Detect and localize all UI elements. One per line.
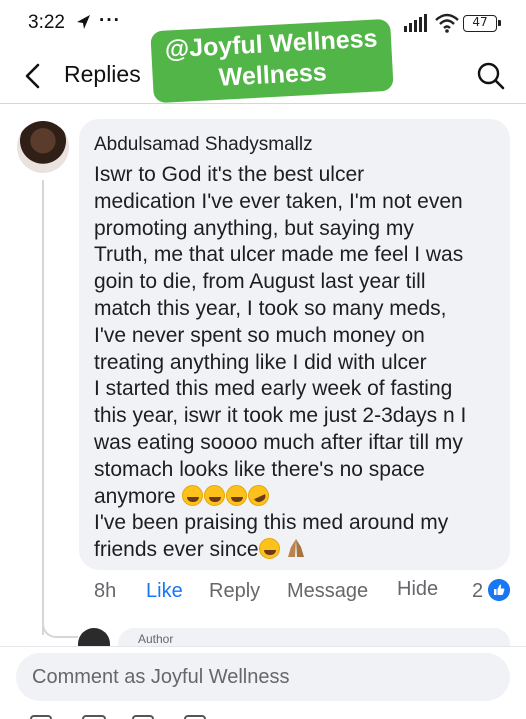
comment-text-line: I started this med early week of fasting xyxy=(94,377,453,401)
back-arrow-icon[interactable] xyxy=(16,58,52,94)
gif-icon[interactable] xyxy=(82,715,106,719)
sticker-icon[interactable] xyxy=(184,715,206,719)
status-time: 3:22 xyxy=(28,12,65,33)
comment-text-line: treating anything like I did with ulcer xyxy=(94,350,427,374)
comment-author[interactable]: Abdulsamad Shadysmallz xyxy=(94,134,494,156)
thread-line xyxy=(42,180,44,635)
comment-text-line: this year, iswr it took me just 2-3days … xyxy=(94,404,467,428)
comment-text-line: Iswr to God it's the best ulcer xyxy=(94,163,365,186)
rolling-laughing-emoji-icon xyxy=(244,481,273,510)
comment-text-line-with-emoji: friends ever since xyxy=(94,537,494,564)
comment-text-line: Truth, me that ulcer made me feel I was xyxy=(94,243,464,267)
navigation-arrow-icon xyxy=(77,15,90,29)
camera-icon[interactable] xyxy=(30,715,52,719)
comment-bubble[interactable]: Abdulsamad Shadysmallz Iswr to God it's … xyxy=(79,119,510,570)
comment-text-line: goin to die, from August last year till xyxy=(94,270,426,294)
folded-hands-emoji-icon xyxy=(288,539,305,558)
battery-icon: 47 xyxy=(463,15,501,32)
comment-input[interactable] xyxy=(16,653,510,701)
tears-of-joy-emoji-icon xyxy=(225,484,247,506)
comment-text-line: stomach looks like there's no space xyxy=(94,457,425,481)
comment-text-line: I've been praising this med around my xyxy=(94,511,449,535)
reaction-count[interactable]: 2 xyxy=(472,580,483,603)
page-title: Replies xyxy=(64,61,141,87)
comment-text: anymore xyxy=(94,484,176,508)
like-button[interactable]: Like xyxy=(146,580,183,603)
message-button[interactable]: Message xyxy=(287,580,368,603)
comment-timestamp: 8h xyxy=(94,580,117,602)
wifi-icon xyxy=(435,13,459,33)
status-more-dots: ··· xyxy=(99,10,121,31)
emoji-icon[interactable] xyxy=(132,715,154,719)
tears-of-joy-emoji-icon xyxy=(203,484,225,506)
comment-text-line: I've never spent so much money on xyxy=(94,323,425,347)
reply-button[interactable]: Reply xyxy=(209,580,260,603)
grinning-sweat-emoji-icon xyxy=(258,538,280,560)
thumbs-up-icon[interactable] xyxy=(488,579,510,601)
composer-toolbar xyxy=(0,712,526,719)
thread-branch xyxy=(42,620,78,638)
watermark-banner: @Joyful Wellness Wellness xyxy=(150,18,394,104)
reply-avatar[interactable] xyxy=(78,628,110,648)
avatar[interactable] xyxy=(17,121,69,173)
comment-actions: 8h Like Reply Message Hide 2 xyxy=(0,576,526,610)
comment-text-line: was eating soooo much after iftar till m… xyxy=(94,430,463,454)
search-icon[interactable] xyxy=(474,59,508,93)
battery-level: 47 xyxy=(472,15,488,29)
hide-button[interactable]: Hide xyxy=(397,578,438,601)
comment-text-line: match this year, I took so many meds, xyxy=(94,296,447,320)
author-tag: Author xyxy=(138,632,174,646)
comment-text-line: promoting anything, but saying my xyxy=(94,216,414,240)
tears-of-joy-emoji-icon xyxy=(181,484,203,506)
comment-text-line: medication I've ever taken, I'm not even xyxy=(94,189,463,213)
comment-text: friends ever since xyxy=(94,538,259,562)
signal-icon xyxy=(404,14,427,32)
comment-text-line-with-emoji: anymore xyxy=(94,481,494,511)
